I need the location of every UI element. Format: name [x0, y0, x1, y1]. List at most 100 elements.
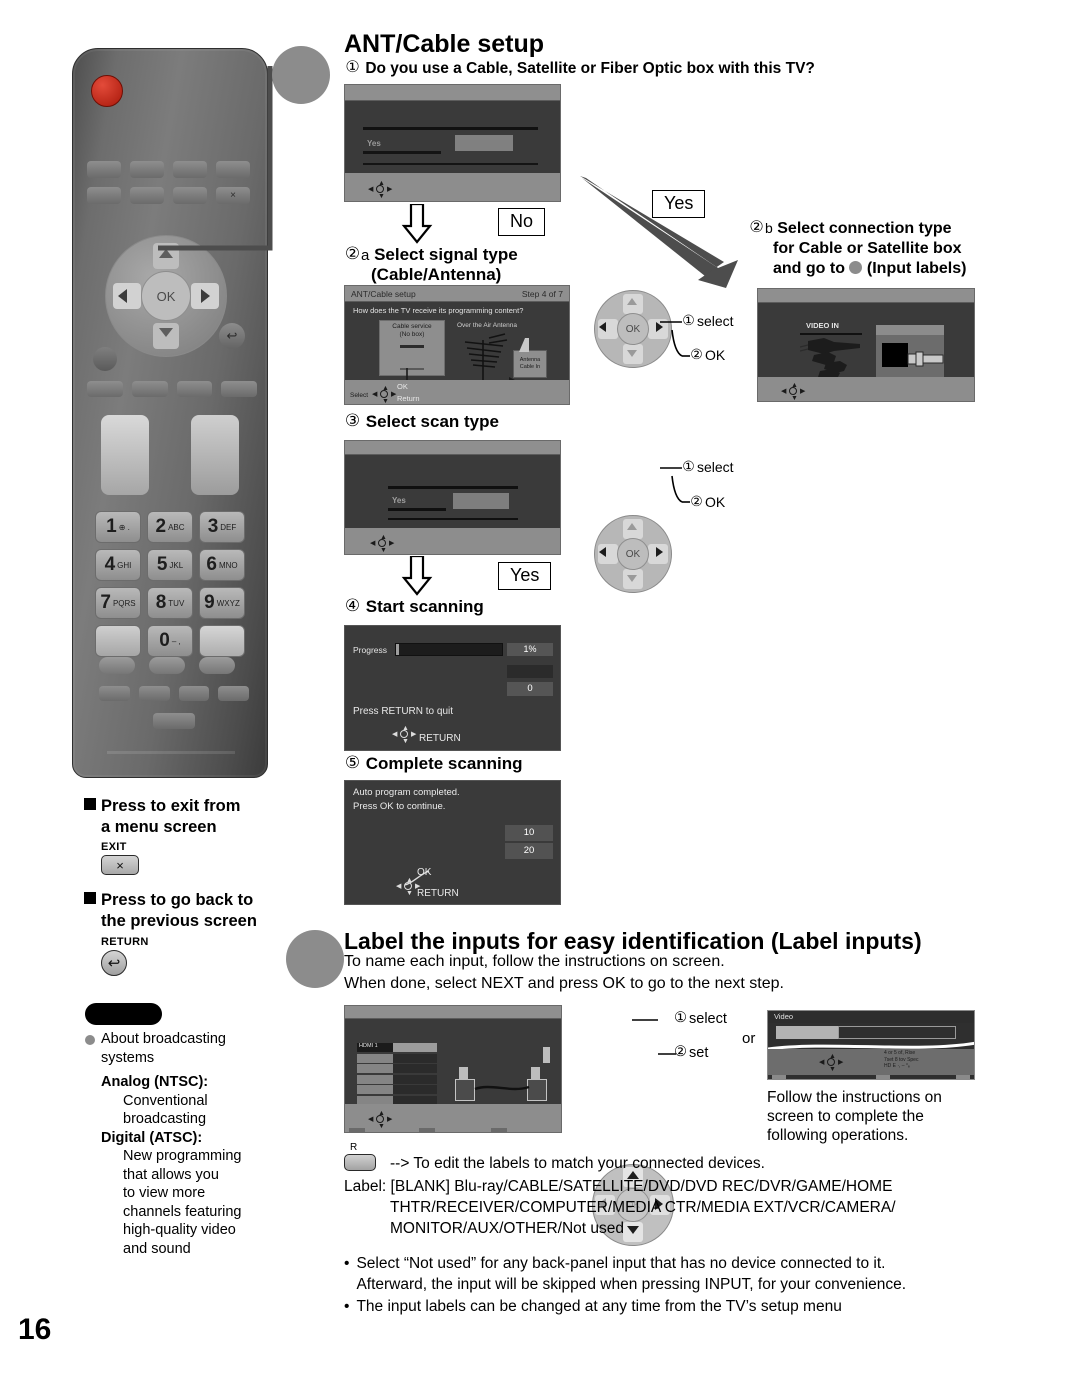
step-2a-line1: Select signal type — [374, 245, 518, 264]
keypad-digit: 0 — [159, 630, 170, 651]
list-item: • Select “Not used” for any back-panel i… — [344, 1253, 906, 1295]
return-heading-line-1: Press to go back to — [101, 891, 254, 909]
connector-black-square — [882, 343, 908, 367]
ring2-ok-label: ② OK — [688, 494, 725, 511]
section-1-step-2b: ②b Select connection type for Cable or S… — [748, 218, 966, 279]
footer-select-label: Select — [350, 392, 369, 399]
keypad-key: 6 MNO — [199, 549, 245, 581]
tv-option-yes: Yes — [367, 139, 381, 148]
tv-titlebar — [345, 85, 560, 101]
keypad-blank-key — [199, 625, 245, 657]
remote-brand-strip — [107, 751, 235, 754]
exit-key-label: EXIT — [101, 841, 127, 853]
list-item: • The input labels can be changed at any… — [344, 1296, 906, 1317]
video-footer-btn-2 — [876, 1075, 890, 1079]
step-1-text: Do you use a Cable, Satellite or Fiber O… — [365, 60, 815, 77]
step-2a-letter: a — [361, 247, 370, 264]
note-digital-line-3: to view more — [123, 1185, 206, 1201]
nav-ring-scan-type: OK — [594, 515, 672, 593]
keypad-sub: DEF — [220, 522, 237, 532]
step-1-number: ① — [345, 59, 360, 76]
tv-titlebar — [758, 289, 974, 303]
footer-ok-label: OK — [397, 382, 408, 391]
tv-title: ANT/Cable setup — [351, 288, 416, 299]
remote-power-button — [91, 75, 123, 107]
option-antenna-label: Over the Air Antenna — [457, 322, 517, 329]
step-2a-number: ② — [344, 244, 361, 263]
tv-option-highlight — [455, 135, 513, 151]
ring3-set-text: set — [689, 1045, 709, 1061]
section-1-step-1: ① Do you use a Cable, Satellite or Fiber… — [344, 60, 815, 78]
keypad-key: 3 DEF — [199, 511, 245, 543]
branch-label-no: No — [498, 208, 546, 236]
ring1-select-text: select — [697, 313, 734, 329]
scan-type-rule-bot — [388, 518, 518, 520]
label-list-block: Label: [BLANK] Blu-ray/CABLE/SATELLITE/D… — [344, 1176, 896, 1239]
tv-question: How does the TV receive its programming … — [353, 306, 524, 315]
device-box-left — [455, 1079, 475, 1101]
tv-footer: ▲ ▼ ◀ ▶ — [345, 173, 560, 201]
r-key-label: R — [350, 1142, 358, 1153]
complete-line-1: Auto program completed. — [353, 787, 460, 798]
ring2-select-text: select — [697, 459, 734, 475]
flow-arrow-down-1 — [401, 204, 433, 244]
tv-titlebar — [345, 1006, 561, 1019]
step-2a-line2: (Cable/Antenna) — [371, 265, 502, 284]
keypad-key: 7 PQRS — [95, 587, 141, 619]
tv-screen-connection-type: VIDEO IN ▲ ▼ ◀ ▶ — [757, 288, 975, 402]
ring-down-arrow-icon — [627, 350, 637, 357]
label-list-prefix: Label: — [344, 1178, 387, 1195]
tv-screen-signal-type: ANT/Cable setup Step 4 of 7 How does the… — [344, 285, 570, 405]
nav-cursor-icon: ▲ ▼ ◀ ▶ — [370, 534, 395, 554]
step-3-text: Select scan type — [365, 412, 499, 431]
section-1-title: ANT/Cable setup — [344, 30, 545, 58]
progress-return-label: RETURN — [419, 733, 461, 744]
ring1-ok-label: ② OK — [688, 347, 725, 364]
keypad-sub: ABC — [168, 522, 185, 532]
video-footer-btn-3 — [956, 1075, 970, 1079]
tv-footer: Select ▲ ▼ ◀ ▶ OK Return — [345, 380, 569, 404]
note-tab — [85, 1003, 162, 1025]
progress-count-box: 0 — [507, 682, 553, 696]
note-bullet-line-2: systems — [101, 1049, 155, 1066]
keypad-sub: ⊕ . — [118, 522, 130, 532]
remote-return-key: ↩ — [219, 323, 245, 349]
note-digital-line-2: that allows you — [123, 1166, 219, 1183]
remote-down-arrow-icon — [159, 328, 173, 337]
ring1-ok-text: OK — [705, 347, 726, 363]
tv-titlebar: ANT/Cable setup Step 4 of 7 — [345, 286, 569, 302]
device-plug-right — [531, 1067, 540, 1080]
section-2-title: Label the inputs for easy identification… — [344, 928, 922, 954]
tv-screen-scan-progress: Progress 1% 0 Press RETURN to quit ▲ ▼ ◀ ▶ … — [344, 625, 561, 751]
bullet-1-line-2: Afterward, the input will be skipped whe… — [356, 1276, 907, 1293]
keypad-digit: 6 — [206, 554, 217, 575]
video-screen-titlebar: Video — [768, 1011, 974, 1023]
section-1-step-5: ⑤ Complete scanning — [344, 754, 523, 774]
step-2b-line2: for Cable or Satellite box — [773, 240, 962, 257]
exit-key-glyph: × — [116, 857, 124, 873]
step-2b-line3a: and go to — [773, 260, 845, 277]
scan-type-highlight — [453, 493, 509, 509]
keypad-digit: 4 — [104, 554, 116, 575]
ring-left-arrow-icon — [599, 547, 606, 557]
keypad-sub: WXYZ — [216, 598, 240, 608]
or-connector-label: or — [742, 1030, 756, 1047]
follow-line-1: Follow the instructions on — [767, 1089, 942, 1106]
nav-cursor-icon: ▲ ▼ ◀ ▶ — [819, 1053, 844, 1073]
table-row — [357, 1064, 437, 1073]
section-1-bullet-circle — [272, 46, 330, 104]
step-3-number: ③ — [344, 411, 361, 430]
step-4-text: Start scanning — [365, 597, 484, 616]
option-cable-label-1: Cable service — [392, 323, 432, 330]
plug-cable-icon — [907, 351, 944, 367]
tv-screen-scan-complete: Auto program completed. Press OK to cont… — [344, 780, 561, 905]
follow-line-2: screen to complete the — [767, 1108, 924, 1125]
keypad-key: 2 ABC — [147, 511, 193, 543]
keypad-sub: MNO — [218, 560, 238, 570]
remote-lower-keys — [99, 657, 249, 729]
step-2b-line3b: (Input labels) — [866, 260, 967, 277]
keypad-digit: 3 — [207, 516, 219, 537]
tv-titlebar — [345, 441, 560, 455]
keypad-sub: – , — [171, 636, 181, 646]
keypad-sub: TUV — [168, 598, 185, 608]
